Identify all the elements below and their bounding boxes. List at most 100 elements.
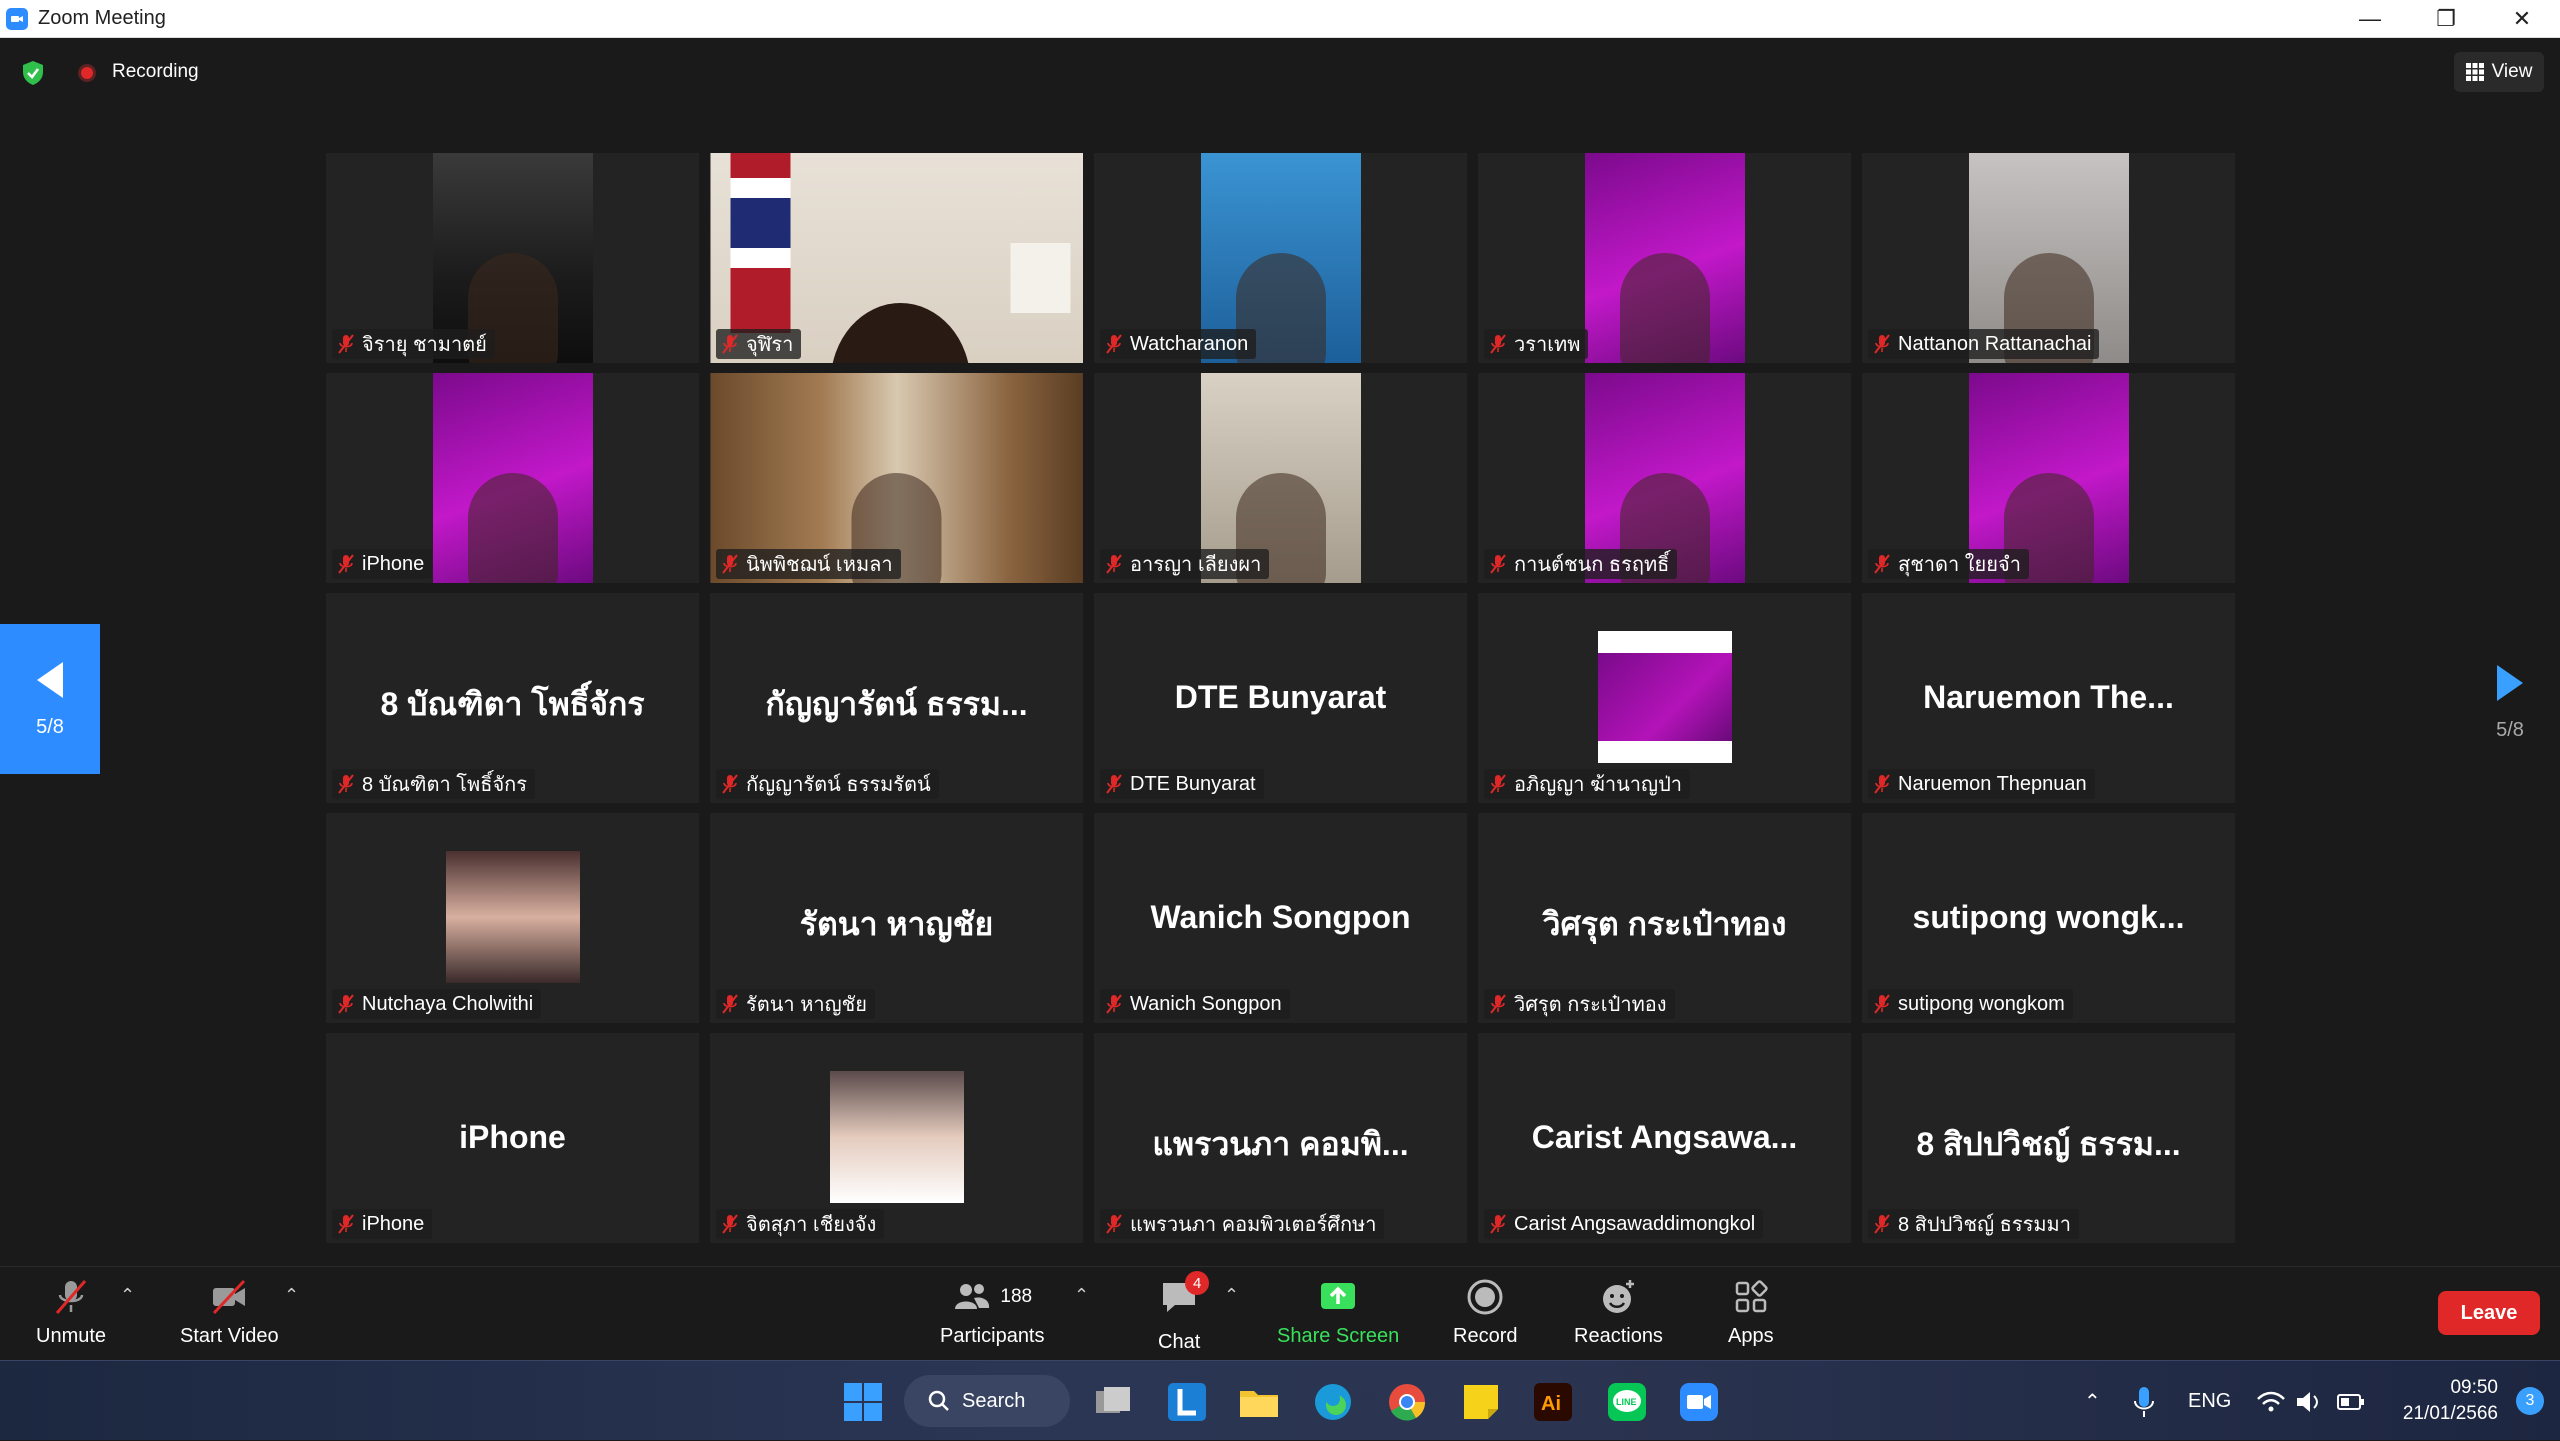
participant-name-tag: 8 สิปปวิชญ์ ธรรมมา [1868,1209,2079,1239]
participant-display-name: 8 สิปปวิชญ์ ธรรม... [1916,1126,2181,1162]
previous-page-button[interactable]: 5/8 [0,624,100,774]
unmute-button[interactable]: Unmute [36,1277,106,1348]
participant-tile[interactable]: นิพพิชฌน์ เหมลา [710,373,1083,583]
leave-button[interactable]: Leave [2438,1291,2540,1335]
participant-video [432,373,593,583]
muted-mic-icon [1106,334,1122,354]
participant-name-tag: Carist Angsawaddimongkol [1484,1209,1764,1239]
participant-tile[interactable]: จุฬิรา [710,153,1083,363]
sticky-notes-icon[interactable] [1460,1381,1502,1423]
participant-tile[interactable]: iPhone [326,373,699,583]
illustrator-icon[interactable]: Ai [1532,1381,1574,1423]
participant-tile[interactable]: Naruemon The... Naruemon Thepnuan [1862,593,2235,803]
participant-name-tag: iPhone [332,1209,433,1239]
participant-name: จุฬิรา [746,334,794,356]
participant-video [1584,153,1745,363]
share-screen-icon [1321,1283,1356,1309]
page-indicator-left: 5/8 [36,715,64,738]
participants-button[interactable]: 188 Participants [940,1277,1045,1348]
muted-mic-icon [1106,994,1122,1014]
view-button[interactable]: View [2454,52,2544,92]
participant-name: iPhone [362,1212,425,1235]
participant-tile[interactable]: รัตนา หาญชัย รัตนา หาญชัย [710,813,1083,1023]
recording-label[interactable]: Recording [112,61,199,83]
restore-button[interactable]: ❐ [2408,0,2484,38]
participant-tile[interactable]: Nutchaya Cholwithi [326,813,699,1023]
svg-text:LINE: LINE [1616,1397,1637,1407]
start-video-button[interactable]: Start Video [180,1277,279,1348]
participant-tile[interactable]: อภิญญา ฆ้านาญป่า [1478,593,1851,803]
start-video-label: Start Video [180,1325,279,1347]
volume-icon[interactable] [2294,1381,2322,1423]
participant-name-tag: จุฬิรา [716,329,802,359]
app-l-icon[interactable] [1166,1381,1208,1423]
edge-browser-icon[interactable] [1312,1381,1354,1423]
muted-mic-icon [1490,774,1506,794]
windows-taskbar: Search Ai LINE ⌃ ENG 09:50 21/01/2566 3 [0,1360,2560,1440]
line-app-icon[interactable]: LINE [1606,1381,1648,1423]
participant-display-name: sutipong wongk... [1912,899,2185,935]
record-button[interactable]: Record [1453,1277,1517,1348]
file-explorer-icon[interactable] [1238,1381,1280,1423]
taskbar-search[interactable]: Search [904,1375,1070,1427]
shield-icon[interactable] [22,60,44,86]
apps-icon [1735,1280,1768,1313]
participant-tile[interactable]: วราเทพ [1478,153,1851,363]
participant-name: DTE Bunyarat [1130,772,1256,795]
wifi-icon[interactable] [2256,1381,2286,1423]
participant-tile[interactable]: DTE Bunyarat DTE Bunyarat [1094,593,1467,803]
chrome-browser-icon[interactable] [1386,1381,1428,1423]
participant-display-name: กัญญารัตน์ ธรรม... [765,686,1028,722]
record-label: Record [1453,1325,1518,1347]
participant-name-tag: จิตสุภา เชียงจัง [716,1209,885,1239]
next-page-button[interactable]: 5/8 [2460,663,2560,773]
participant-name: วิศรุต กระเป๋าทอง [1514,994,1667,1016]
tray-overflow-icon[interactable]: ⌃ [2084,1361,2101,1441]
close-button[interactable]: ✕ [2484,0,2560,38]
apps-button[interactable]: Apps [1728,1277,1774,1348]
participant-tile[interactable]: จิรายุ ชามาตย์ [326,153,699,363]
participant-tile[interactable]: iPhone iPhone [326,1033,699,1243]
search-icon [928,1390,949,1411]
participant-name-tag: Nutchaya Cholwithi [332,989,542,1019]
participants-label: Participants [940,1325,1045,1347]
muted-mic-icon [722,774,738,794]
participant-tile[interactable]: Carist Angsawa... Carist Angsawaddimongko… [1478,1033,1851,1243]
participant-tile[interactable]: กานต์ชนก ธรฤทธิ์ [1478,373,1851,583]
participant-tile[interactable]: สุชาดา ใยยจำ [1862,373,2235,583]
participant-tile[interactable]: วิศรุต กระเป๋าทอง วิศรุต กระเป๋าทอง [1478,813,1851,1023]
notification-badge[interactable]: 3 [2516,1387,2544,1415]
shared-content-thumbnail [1597,631,1732,763]
participant-name: รัตนา หาญชัย [746,994,867,1016]
participant-name-tag: วิศรุต กระเป๋าทอง [1484,989,1675,1019]
muted-mic-icon [722,1214,738,1234]
battery-icon[interactable] [2336,1381,2366,1423]
participant-name: Wanich Songpon [1130,992,1282,1015]
minimize-button[interactable]: — [2332,0,2408,38]
participant-tile[interactable]: 8 สิปปวิชญ์ ธรรม... 8 สิปปวิชญ์ ธรรมมา [1862,1033,2235,1243]
participant-tile[interactable]: อารญา เลียงผา [1094,373,1467,583]
chat-badge: 4 [1185,1271,1210,1295]
microphone-tray-icon[interactable] [2130,1381,2158,1423]
participant-tile[interactable]: Wanich Songpon Wanich Songpon [1094,813,1467,1023]
zoom-taskbar-icon[interactable] [1678,1381,1720,1423]
system-clock[interactable]: 09:50 21/01/2566 [2403,1375,2498,1427]
clock-time: 09:50 [2450,1377,2498,1398]
muted-mic-icon [722,554,738,574]
participant-tile[interactable]: Nattanon Rattanachai [1862,153,2235,363]
chat-button[interactable]: 4 Chat [1158,1271,1210,1354]
share-screen-button[interactable]: Share Screen [1277,1277,1399,1348]
reactions-button[interactable]: Reactions [1574,1277,1663,1348]
windows-start-icon[interactable] [842,1381,884,1423]
participant-name: Carist Angsawaddimongkol [1514,1212,1756,1235]
participant-tile[interactable]: 8 บัณฑิตา โพธิ์จักร 8 บัณฑิตา โพธิ์จักร [326,593,699,803]
task-view-icon[interactable] [1092,1381,1134,1423]
arrow-right-icon [2497,665,2523,701]
unmute-label: Unmute [36,1325,107,1347]
language-indicator[interactable]: ENG [2188,1361,2231,1441]
participant-tile[interactable]: Watcharanon [1094,153,1467,363]
participant-tile[interactable]: กัญญารัตน์ ธรรม... กัญญารัตน์ ธรรมรัตน์ [710,593,1083,803]
participant-tile[interactable]: จิตสุภา เชียงจัง [710,1033,1083,1243]
participant-tile[interactable]: แพรวนภา คอมพิ... แพรวนภา คอมพิวเตอร์ศึกษา [1094,1033,1467,1243]
participant-tile[interactable]: sutipong wongk... sutipong wongkom [1862,813,2235,1023]
